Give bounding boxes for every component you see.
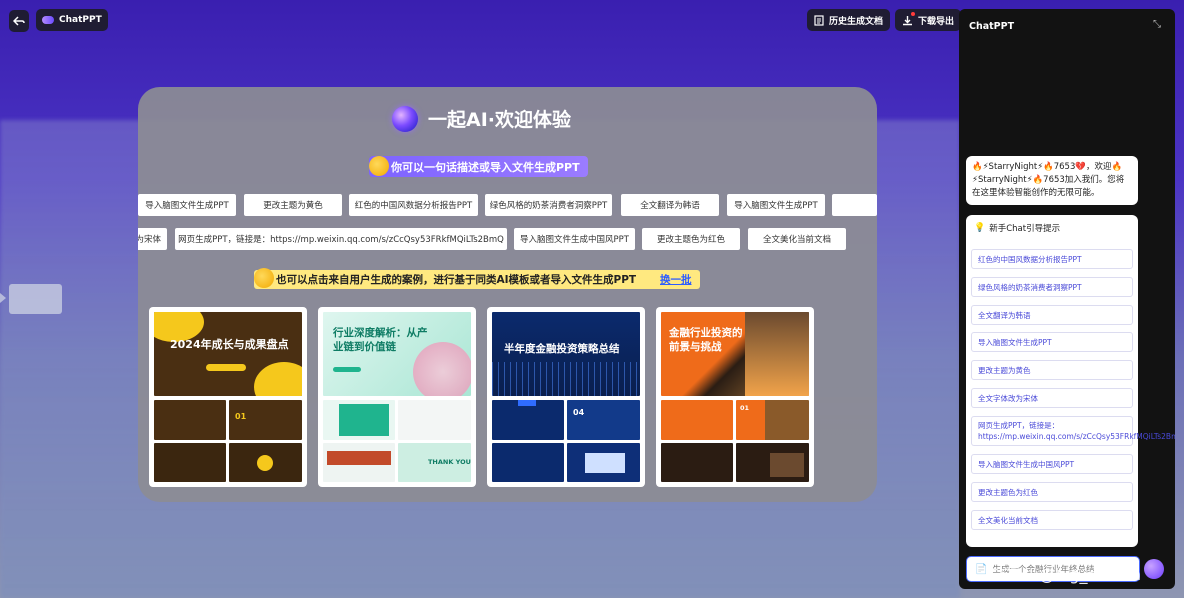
history-label: 历史生成文档 [829, 16, 884, 27]
collapse-icon[interactable]: ⤡ [1153, 19, 1161, 30]
refresh-batch-link[interactable]: 换一批 [660, 272, 692, 287]
card-section-number: 04 [573, 408, 585, 417]
guide-item[interactable]: 红色的中国风数据分析报告PPT [971, 249, 1133, 269]
panel-title: ChatPPT [969, 21, 1015, 32]
guide-item[interactable]: 网页生成PPT，链接是：https://mp.weixin.qq.com/s/z… [971, 416, 1175, 446]
slide-thumbnail-tab[interactable] [9, 284, 62, 314]
card-section-number: 01 [740, 404, 750, 412]
lightbulb-icon: 💡 [974, 223, 986, 233]
subtitle-text: 你可以一句话描述或导入文件生成PPT [391, 160, 580, 174]
template-card[interactable]: 2024年成长与成果盘点 01 [149, 307, 307, 487]
case-hint-bar: 也可以点击来自用户生成的案例，进行基于同类AI模板或者导入文件生成PPT 换一批 [254, 268, 700, 289]
grin-face-icon [254, 268, 274, 288]
suggestion-chip[interactable]: 网页生成PPT，链接是：https://mp.weixin.qq.com/s/z… [175, 228, 507, 250]
guide-item[interactable]: 更改主题色为红色 [971, 482, 1133, 502]
ai-orb-icon [392, 105, 418, 132]
card-section-number: 01 [235, 412, 247, 421]
suggestion-chip[interactable]: 全文美化当前文档 [748, 228, 846, 250]
suggestion-chip[interactable]: 红色的中国风数据分析报告PPT [349, 194, 478, 216]
card-cover: 行业深度解析：从产业链到价值链 [323, 312, 471, 396]
chatppt-logo-button[interactable]: ChatPPT [36, 9, 108, 31]
welcome-message: 🔥⚡StarryNight⚡🔥7653💔，欢迎🔥⚡StarryNight⚡🔥76… [966, 156, 1138, 205]
chat-side-panel: ChatPPT ⤡ 🔥⚡StarryNight⚡🔥7653💔，欢迎🔥⚡Starr… [959, 9, 1175, 589]
card-cover: 金融行业投资的前景与挑战 [661, 312, 809, 396]
guide-item[interactable]: 导入脑图文件生成PPT [971, 332, 1133, 352]
suggestion-chip[interactable] [832, 194, 877, 216]
subtitle-pill: 你可以一句话描述或导入文件生成PPT [369, 156, 588, 177]
suggestion-row-1: 导入脑图文件生成PPT 更改主题为黄色 红色的中国风数据分析报告PPT 绿色风格… [138, 194, 877, 216]
left-arrow-icon [0, 293, 6, 303]
watermark: CSDN @big_eleven [988, 565, 1142, 584]
download-label: 下载导出 [918, 16, 955, 27]
guide-item[interactable]: 导入脑图文件生成中国风PPT [971, 454, 1133, 474]
suggestion-chip[interactable]: 体改为宋体 [138, 228, 167, 250]
logo-orb-icon [42, 16, 54, 24]
suggestion-chip[interactable]: 更改主题色为红色 [642, 228, 740, 250]
card-title: 半年度金融投资策略总结 [504, 343, 620, 355]
download-icon [903, 15, 912, 25]
guide-item[interactable]: 更改主题为黄色 [971, 360, 1133, 380]
party-face-icon [369, 156, 389, 176]
template-card[interactable]: 半年度金融投资策略总结 04 [487, 307, 645, 487]
suggestion-chip[interactable]: 全文翻译为韩语 [621, 194, 719, 216]
back-arrow-icon [13, 16, 25, 26]
card-closing-text: THANK YOU [428, 458, 471, 466]
document-emoji-icon: 📄 [975, 563, 988, 575]
suggestion-chip[interactable]: 导入脑图文件生成PPT [138, 194, 236, 216]
welcome-modal: 一起AI·欢迎体验 你可以一句话描述或导入文件生成PPT 导入脑图文件生成PPT… [138, 87, 877, 502]
card-title: 2024年成长与成果盘点 [170, 338, 289, 351]
guide-card: 💡 新手Chat引导提示 红色的中国风数据分析报告PPT 绿色风格的奶茶消费者洞… [966, 215, 1175, 547]
history-docs-button[interactable]: 历史生成文档 [807, 9, 891, 31]
card-title: 金融行业投资的前景与挑战 [669, 327, 743, 353]
guide-title: 新手Chat引导提示 [989, 224, 1061, 234]
document-icon [814, 14, 824, 26]
guide-item[interactable]: 全文字体改为宋体 [971, 388, 1133, 408]
modal-title: 一起AI·欢迎体验 [428, 109, 571, 131]
template-card[interactable]: 行业深度解析：从产业链到价值链 THANK YOU [318, 307, 476, 487]
logo-label: ChatPPT [59, 15, 102, 25]
suggestion-chip[interactable]: 导入脑图文件生成PPT [727, 194, 825, 216]
guide-item[interactable]: 全文美化当前文档 [971, 510, 1133, 530]
notification-dot [911, 12, 915, 16]
guide-item[interactable]: 绿色风格的奶茶消费者洞察PPT [971, 277, 1133, 297]
guide-item[interactable]: 全文翻译为韩语 [971, 305, 1133, 325]
case-hint-text: 也可以点击来自用户生成的案例，进行基于同类AI模板或者导入文件生成PPT [276, 274, 637, 286]
download-export-button[interactable]: 下载导出 [895, 9, 962, 31]
send-orb-button[interactable] [1144, 559, 1164, 579]
template-card[interactable]: 金融行业投资的前景与挑战 01 [656, 307, 814, 487]
suggestion-chip[interactable]: 绿色风格的奶茶消费者洞察PPT [485, 194, 612, 216]
suggestion-row-2: 体改为宋体 网页生成PPT，链接是：https://mp.weixin.qq.c… [138, 228, 877, 250]
card-title: 行业深度解析：从产业链到价值链 [333, 327, 428, 353]
back-button[interactable] [9, 10, 29, 32]
suggestion-chip[interactable]: 更改主题为黄色 [244, 194, 342, 216]
card-cover: 半年度金融投资策略总结 [492, 312, 640, 396]
suggestion-chip[interactable]: 导入脑图文件生成中国风PPT [514, 228, 635, 250]
card-cover: 2024年成长与成果盘点 [154, 312, 302, 396]
